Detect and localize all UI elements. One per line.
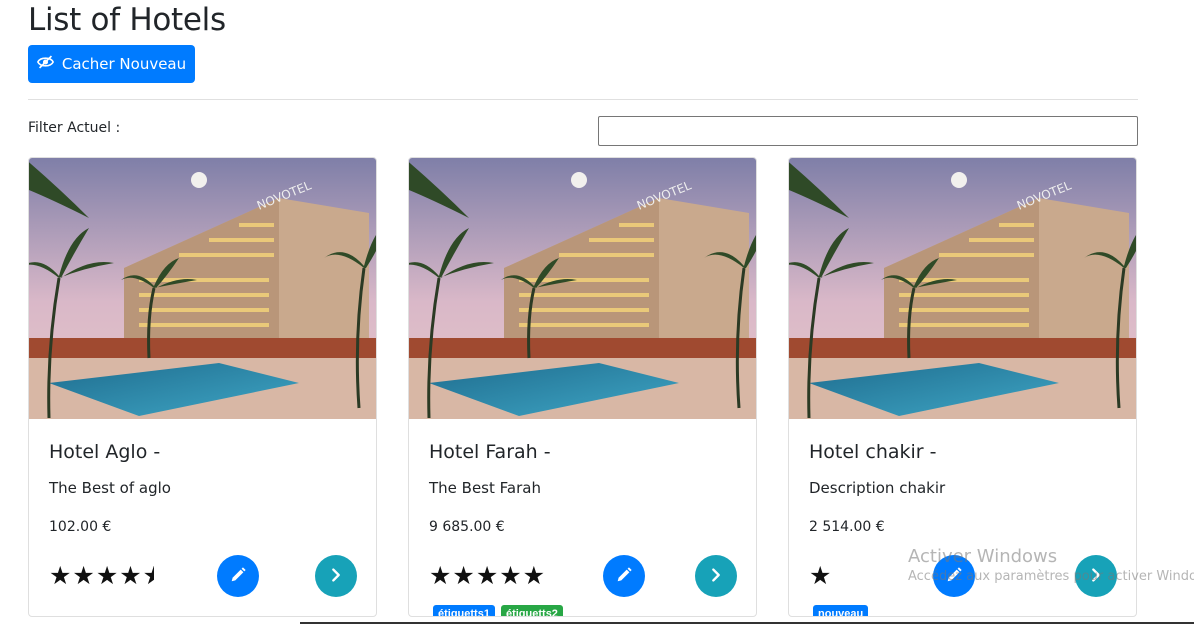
edit-hotel-button[interactable] — [217, 555, 259, 597]
hotel-price: 2 514.00 € — [809, 519, 885, 535]
half-star-icon: ★ — [143, 561, 154, 591]
hotel-image — [789, 158, 1136, 419]
hide-new-button-label: Cacher Nouveau — [61, 55, 187, 73]
hotel-card: Hotel chakir - Description chakir 2 514.… — [788, 157, 1137, 617]
filter-label: Filter Actuel : — [28, 120, 121, 136]
hotel-badges: étiquetts1 étiquetts2 — [433, 605, 563, 616]
chevron-right-icon — [707, 566, 725, 587]
hotel-name: Hotel chakir - — [809, 441, 937, 463]
view-hotel-button[interactable] — [315, 555, 357, 597]
hotel-description: The Best Farah — [429, 479, 541, 497]
eye-slash-icon — [36, 55, 54, 73]
hide-new-button[interactable]: Cacher Nouveau — [28, 45, 195, 83]
page-title: List of Hotels — [28, 2, 226, 38]
chevron-right-icon — [327, 566, 345, 587]
pencil-icon — [945, 566, 963, 587]
hotel-description: Description chakir — [809, 479, 946, 497]
hotel-card: Hotel Aglo - The Best of aglo 102.00 € ★… — [28, 157, 377, 617]
divider — [28, 99, 1138, 100]
pencil-icon — [229, 566, 247, 587]
hotel-description: The Best of aglo — [49, 479, 171, 497]
pencil-icon — [615, 566, 633, 587]
hotel-price: 9 685.00 € — [429, 519, 505, 535]
view-hotel-button[interactable] — [1075, 555, 1117, 597]
hotel-badges: nouveau — [813, 605, 869, 616]
chevron-right-icon — [1087, 566, 1105, 587]
rating-stars: ★ — [809, 561, 833, 590]
filter-input[interactable] — [598, 116, 1138, 146]
edit-hotel-button[interactable] — [933, 555, 975, 597]
tag-badge: nouveau — [813, 605, 869, 616]
tag-badge: étiquetts1 — [433, 605, 495, 616]
viewport-edge — [300, 622, 1194, 624]
hotel-image — [409, 158, 756, 419]
hotel-price: 102.00 € — [49, 519, 112, 535]
edit-hotel-button[interactable] — [603, 555, 645, 597]
hotel-image — [29, 158, 376, 419]
view-hotel-button[interactable] — [695, 555, 737, 597]
hotel-name: Hotel Farah - — [429, 441, 551, 463]
rating-stars: ★★★★★ — [49, 561, 154, 591]
hotel-name: Hotel Aglo - — [49, 441, 161, 463]
hotel-card: Hotel Farah - The Best Farah 9 685.00 € … — [408, 157, 757, 617]
rating-stars: ★★★★★ — [429, 561, 547, 590]
tag-badge: étiquetts2 — [500, 605, 563, 616]
